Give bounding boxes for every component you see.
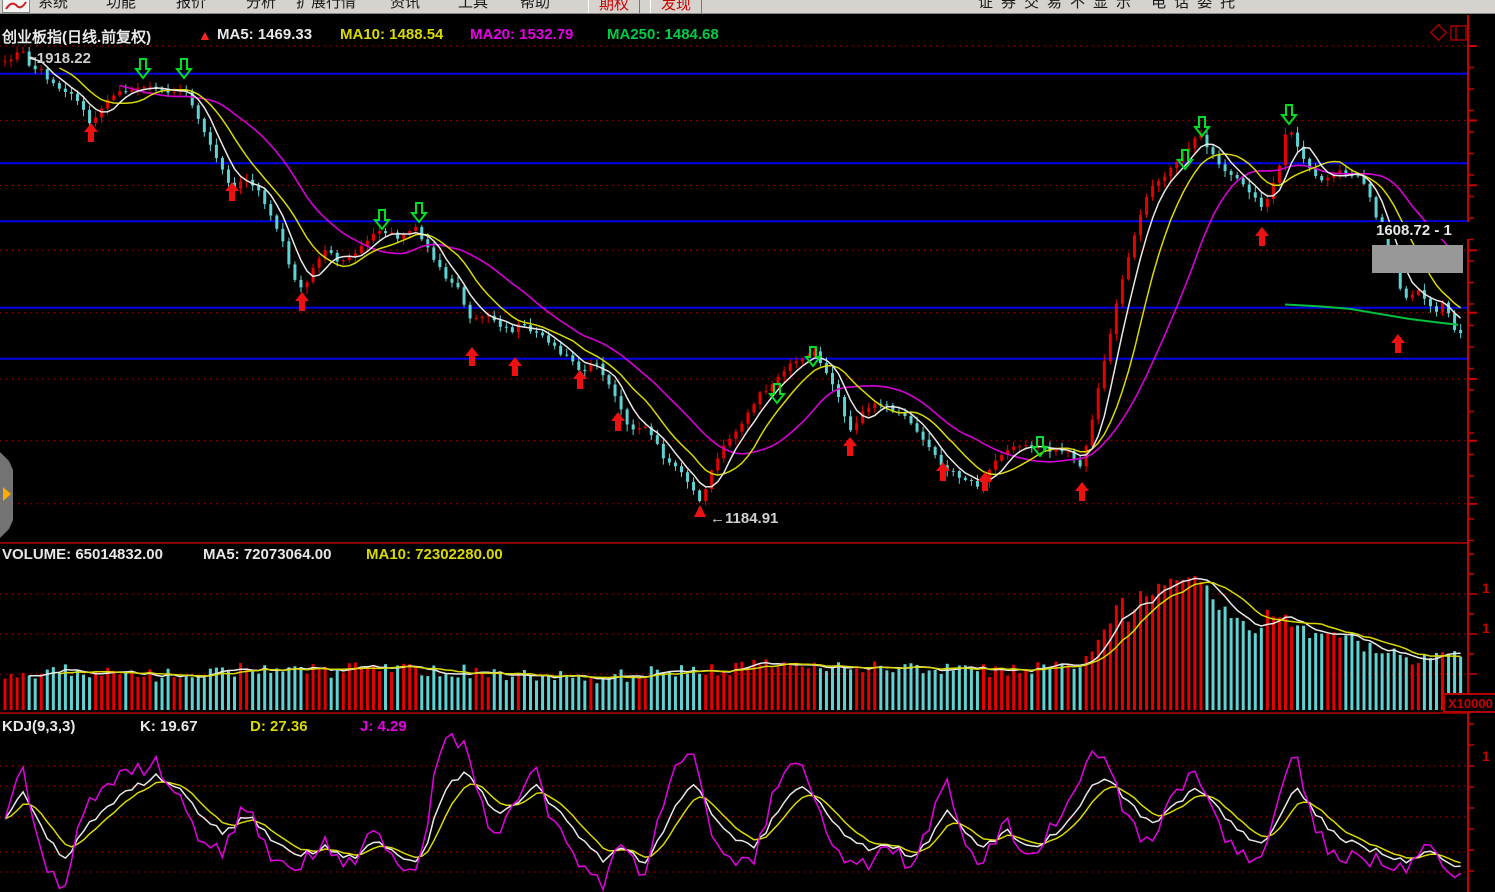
sell-arrow-icon: [136, 59, 150, 78]
low-marker-icon: [694, 505, 706, 517]
axis-label-partial: 1: [1482, 748, 1490, 764]
buy-arrow-icon: [465, 347, 479, 366]
menubar: 证券交易不显示 电话委托 系统 功能 报价 分析 扩展行情 资讯 工具 帮助 期权发现: [0, 0, 1495, 14]
menu-item-3[interactable]: 分析: [246, 0, 276, 13]
ma10-value: MA10: 1488.54: [340, 26, 443, 43]
high-price-label: ~1918.22: [28, 50, 91, 67]
volume-ma10-value: MA10: 72302280.00: [366, 546, 503, 563]
kdj-lines: [5, 734, 1461, 890]
buy-arrow-icon: [1075, 482, 1089, 501]
app-window: 证券交易不显示 电话委托 系统 功能 报价 分析 扩展行情 资讯 工具 帮助 期权发现 创业板指…: [0, 0, 1495, 892]
trade-signals: [84, 59, 1405, 517]
menu-item-6[interactable]: 工具: [458, 0, 488, 13]
menu-item-2[interactable]: 报价: [176, 0, 206, 13]
buy-arrow-icon: [936, 462, 950, 481]
kdj-k-value: K: 19.67: [140, 718, 198, 735]
volume-ma5-value: MA5: 72073064.00: [203, 546, 331, 563]
menu-item-0[interactable]: 系统: [38, 0, 68, 13]
ma-lines: [29, 58, 1460, 487]
sell-arrow-icon: [375, 210, 389, 229]
volume-multiplier-label: X10000: [1443, 693, 1495, 713]
chart-toolbar: [1431, 25, 1466, 41]
ma250-value: MA250: 1484.68: [607, 26, 719, 43]
buy-arrow-icon: [843, 437, 857, 456]
chart-title: 创业板指(日线.前复权): [2, 26, 151, 47]
menubar-status-text: 证券交易不显示 电话委托: [978, 0, 1243, 13]
crosshair-price-tooltip: 1608.72 - 1: [1374, 222, 1470, 239]
kdj-j-value: J: 4.29: [360, 718, 407, 735]
buy-arrow-icon: [225, 182, 239, 201]
highlight-box: [1372, 245, 1463, 273]
buy-arrow-icon: [1255, 227, 1269, 246]
axis-label-partial: 1: [1482, 620, 1490, 636]
menu-item-1[interactable]: 功能: [106, 0, 136, 13]
menu-item-4[interactable]: 扩展行情: [296, 0, 356, 13]
sell-arrow-icon: [177, 59, 191, 78]
diamond-button-icon[interactable]: [1431, 25, 1447, 41]
low-price-label: ←1184.91: [710, 510, 778, 527]
kdj-d-value: D: 27.36: [250, 718, 308, 735]
kdj-indicator-name: KDJ(9,3,3): [2, 718, 75, 735]
ma20-value: MA20: 1532.79: [470, 26, 573, 43]
sell-arrow-icon: [412, 203, 426, 222]
sidebar-expand-tab[interactable]: [0, 452, 13, 538]
ma5-value: MA5: 1469.33: [217, 26, 312, 43]
chart-canvas[interactable]: [0, 0, 1495, 892]
volume-value: VOLUME: 65014832.00: [2, 546, 163, 563]
axis-label-partial: 1: [1482, 580, 1490, 596]
candles: [4, 47, 1463, 505]
app-logo-icon[interactable]: [2, 0, 30, 13]
split-window-button-icon[interactable]: [1451, 26, 1466, 40]
menu-item-red-0[interactable]: 期权: [588, 0, 640, 14]
buy-arrow-icon: [611, 412, 625, 431]
menu-item-7[interactable]: 帮助: [520, 0, 550, 13]
buy-arrow-icon: [1391, 334, 1405, 353]
sell-arrow-icon: [1282, 105, 1296, 124]
menu-item-5[interactable]: 资讯: [390, 0, 420, 13]
trend-up-icon: ▲: [198, 27, 212, 43]
gridlines: [0, 46, 1468, 872]
buy-arrow-icon: [508, 357, 522, 376]
menu-item-red-1[interactable]: 发现: [650, 0, 702, 14]
volume-bars: [4, 576, 1463, 710]
